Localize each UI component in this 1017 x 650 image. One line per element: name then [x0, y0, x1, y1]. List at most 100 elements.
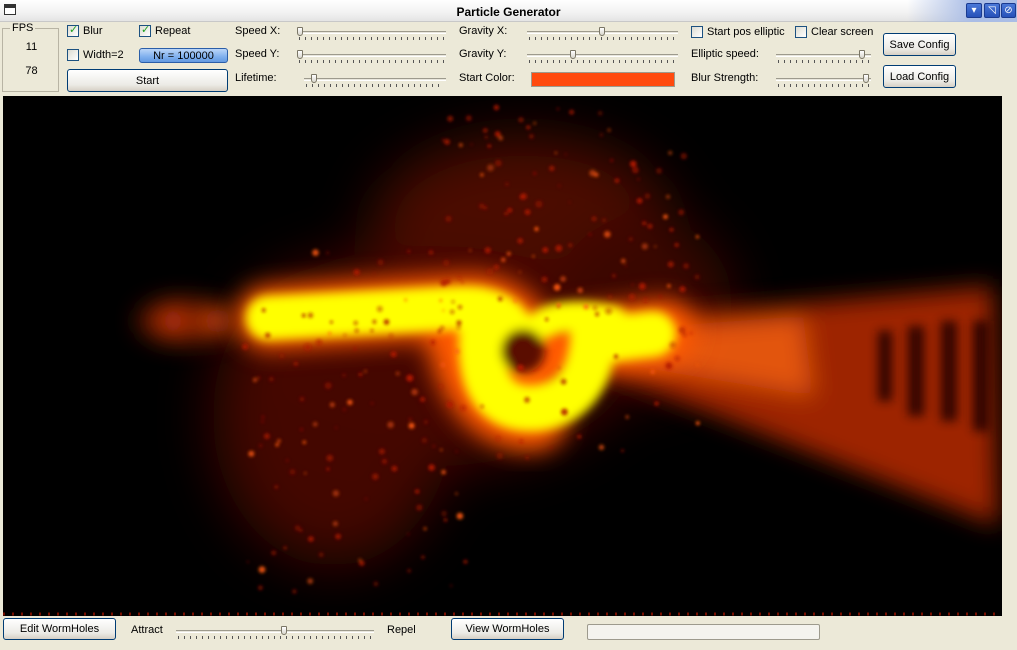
load-config-button[interactable]: Load Config	[883, 65, 956, 88]
attract-repel-slider[interactable]	[176, 626, 374, 640]
start-color-swatch[interactable]	[531, 72, 675, 87]
particle	[642, 221, 647, 226]
particle	[601, 218, 607, 223]
close-icon[interactable]: ⊘	[1001, 3, 1016, 18]
particle	[506, 251, 511, 256]
particle	[279, 353, 285, 359]
gravity-x-slider[interactable]	[527, 27, 678, 41]
particle	[455, 492, 458, 495]
particle	[443, 518, 448, 522]
width2-checkbox-box[interactable]	[67, 49, 79, 61]
particle	[610, 159, 613, 162]
particle	[457, 305, 463, 310]
particle	[484, 247, 491, 254]
particle	[542, 247, 549, 253]
minimize-icon[interactable]: ▾	[966, 3, 982, 18]
particle	[421, 555, 425, 559]
particle	[372, 319, 377, 324]
particle	[532, 255, 535, 258]
particle	[354, 328, 359, 333]
particle	[372, 473, 379, 480]
particle	[607, 294, 613, 300]
particle	[391, 465, 398, 472]
gravity-y-slider[interactable]	[527, 50, 678, 64]
particle	[271, 550, 277, 556]
attract-repel-slider-thumb[interactable]	[281, 626, 287, 635]
particle	[529, 134, 534, 139]
particle	[379, 448, 385, 455]
particle	[483, 128, 488, 133]
particle	[659, 295, 662, 298]
particle	[414, 489, 420, 494]
particle-canvas[interactable]	[3, 96, 1002, 616]
particle-count-button[interactable]: Nr = 100000	[139, 48, 228, 63]
particle	[373, 272, 376, 275]
particle	[513, 298, 518, 303]
particle	[643, 298, 648, 303]
particle	[430, 340, 436, 345]
width2-checkbox[interactable]: Width=2	[67, 49, 124, 61]
particle	[591, 216, 597, 222]
clear-screen-box[interactable]	[795, 26, 807, 38]
lifetime-slider[interactable]	[304, 74, 446, 88]
speed-x-slider-thumb[interactable]	[297, 27, 303, 36]
speed-y-slider-thumb[interactable]	[297, 50, 303, 59]
blur-strength-slider[interactable]	[776, 74, 871, 88]
particle	[465, 115, 472, 122]
particle	[432, 444, 436, 448]
repeat-checkbox-label: Repeat	[155, 25, 191, 37]
gravity-x-slider-thumb[interactable]	[599, 27, 605, 36]
particle	[381, 458, 388, 464]
particle	[517, 238, 523, 244]
particle	[667, 284, 671, 288]
repeat-checkbox-box[interactable]	[139, 23, 151, 37]
particle	[534, 226, 539, 232]
particle	[577, 434, 582, 439]
particle	[265, 332, 271, 338]
particle	[421, 437, 428, 443]
elliptic-speed-slider-thumb[interactable]	[859, 50, 865, 59]
particle	[447, 115, 454, 122]
particle	[411, 388, 418, 396]
view-wormholes-button[interactable]: View WormHoles	[451, 618, 564, 640]
start-pos-elliptic-box[interactable]	[691, 26, 703, 38]
particle	[365, 497, 368, 501]
particle	[371, 402, 374, 405]
particle	[637, 178, 640, 181]
clear-screen-checkbox[interactable]: Clear screen	[795, 26, 873, 38]
particle	[604, 231, 611, 238]
speed-x-slider[interactable]	[297, 27, 446, 41]
start-pos-elliptic-checkbox[interactable]: Start pos elliptic	[691, 26, 785, 38]
particle	[442, 309, 445, 312]
edit-wormholes-button[interactable]: Edit WormHoles	[3, 618, 116, 640]
particle	[628, 293, 636, 301]
blur-checkbox-box[interactable]	[67, 23, 79, 37]
particle	[442, 138, 445, 142]
save-config-button[interactable]: Save Config	[883, 33, 956, 56]
speed-y-slider[interactable]	[297, 50, 446, 64]
particle	[504, 211, 508, 216]
particle	[252, 377, 258, 383]
particle	[304, 472, 307, 475]
particle	[560, 378, 567, 385]
particle	[307, 578, 314, 584]
speed-y-label: Speed Y:	[235, 48, 280, 60]
particle	[683, 263, 689, 269]
particle	[679, 286, 686, 293]
lifetime-slider-thumb[interactable]	[311, 74, 317, 83]
blur-strength-slider-thumb[interactable]	[863, 74, 869, 83]
particle	[439, 361, 447, 368]
blur-checkbox[interactable]: Blur	[67, 23, 103, 37]
gravity-y-slider-thumb[interactable]	[570, 50, 576, 59]
particle	[496, 436, 501, 441]
elliptic-speed-slider[interactable]	[776, 50, 871, 64]
particle	[614, 178, 620, 183]
particle	[694, 274, 700, 280]
maximize-icon[interactable]: ◹	[984, 3, 1000, 18]
start-button[interactable]: Start	[67, 69, 228, 92]
repeat-checkbox[interactable]: Repeat	[139, 23, 191, 37]
width2-checkbox-label: Width=2	[83, 49, 124, 61]
particle	[613, 354, 619, 359]
particle	[300, 397, 304, 402]
particle	[589, 169, 596, 177]
